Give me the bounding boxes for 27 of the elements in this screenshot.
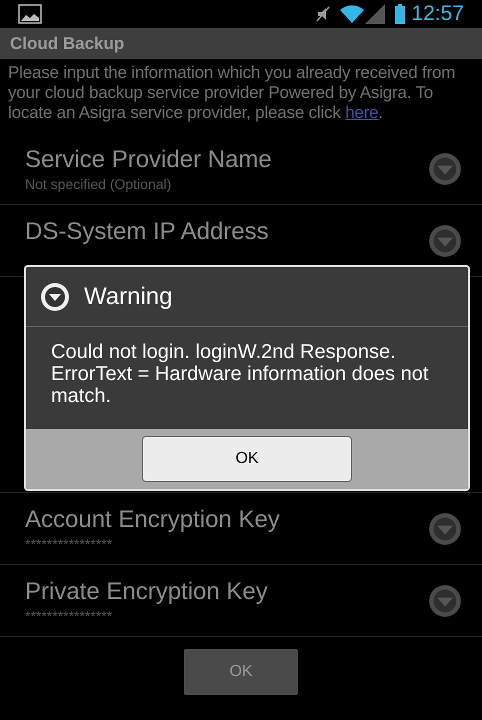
dialog-message: Could not login. loginW.2nd Response. ErrorText = Hardware information does not match. (50, 340, 430, 409)
image-icon (18, 4, 42, 24)
dropdown-icon[interactable] (428, 224, 462, 258)
setting-title: Private Encryption Key (25, 576, 269, 606)
setting-value: Not specified (Optional) (25, 174, 172, 192)
setting-value: **************** (25, 606, 114, 624)
setting-row[interactable]: Account Encryption Key **************** (0, 493, 482, 565)
setting-title: Service Provider Name (25, 144, 273, 174)
setting-row[interactable]: Service Provider Name Not specified (Optional) (0, 133, 482, 205)
dialog-ok-button[interactable]: OK (142, 436, 352, 482)
setting-title: DS-System IP Address (25, 216, 270, 246)
dropdown-icon[interactable] (428, 512, 462, 546)
wifi-icon (339, 4, 366, 24)
dropdown-icon[interactable] (428, 152, 462, 186)
dialog-title: Warning (84, 282, 172, 312)
clock-time: 12:57 (411, 1, 464, 28)
dropdown-icon[interactable] (428, 584, 462, 618)
screen-title: Cloud Backup (10, 32, 124, 55)
setting-row[interactable]: Private Encryption Key **************** (0, 565, 482, 637)
intro-paragraph: Please input the information which you already received from your cloud backup service provider Powered by Asigra. To locate an Asigra service provider, please click here. (7, 62, 456, 124)
mute-icon (315, 5, 332, 23)
battery-icon (395, 4, 406, 24)
signal-icon (365, 4, 386, 24)
setting-title: Account Encryption Key (25, 504, 281, 534)
ok-button[interactable]: OK (184, 649, 298, 695)
setting-value: **************** (25, 534, 114, 552)
alert-icon (40, 282, 70, 312)
